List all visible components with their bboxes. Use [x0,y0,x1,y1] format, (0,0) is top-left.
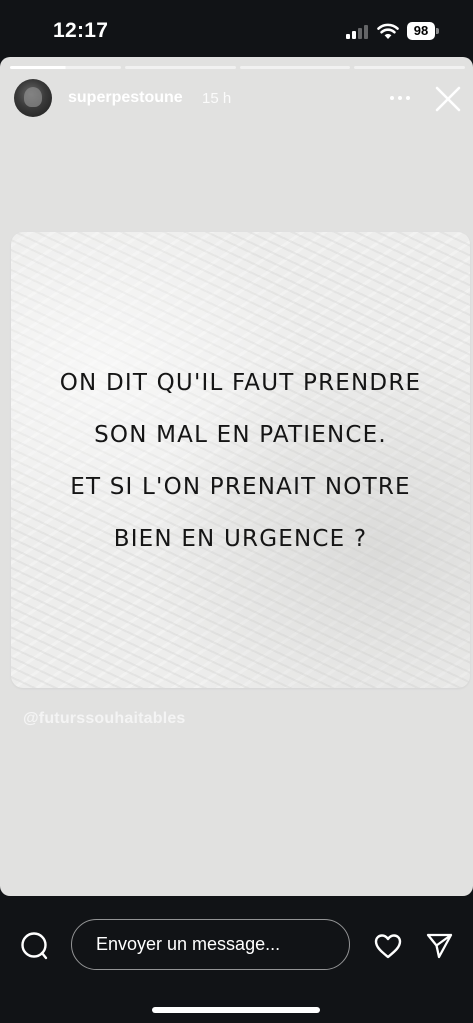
progress-segment [239,66,351,69]
quote-line-4: BIEN EN URGENCE ? [113,526,368,552]
close-icon[interactable] [434,85,462,113]
wifi-icon [377,23,399,39]
story-username[interactable]: superpestoune [68,89,183,107]
more-options-icon[interactable] [387,87,413,107]
heart-icon[interactable] [373,932,403,960]
progress-segment [10,66,121,69]
signal-icon [346,24,370,39]
status-time: 12:17 [53,19,109,42]
message-input[interactable]: Envoyer un message... [71,919,350,970]
story-time-ago: 15 h [202,90,232,107]
quote-line-2: SON MAL EN PATIENCE. [94,422,387,448]
watermark-handle[interactable]: @futurssouhaitables [23,710,186,728]
status-bar: 12:17 98 [0,0,473,58]
quote-line-1: ON DIT QU'IL FAUT PRENDRE [59,370,422,396]
send-icon[interactable] [425,932,453,960]
story-progress-bar [10,66,465,69]
camera-icon[interactable] [20,931,48,961]
battery-icon: 98 [407,22,439,40]
progress-segment [124,66,236,69]
battery-level: 98 [407,22,435,40]
quote-line-3: ET SI L'ON PRENAIT NOTRE [70,474,411,500]
story-viewer[interactable]: superpestoune 15 h ON DIT QU'IL FAUT PRE… [0,57,473,896]
progress-segment [354,66,465,69]
home-indicator [152,1007,320,1013]
avatar[interactable] [14,79,52,117]
quote-image: ON DIT QU'IL FAUT PRENDRE SON MAL EN PAT… [11,232,470,688]
